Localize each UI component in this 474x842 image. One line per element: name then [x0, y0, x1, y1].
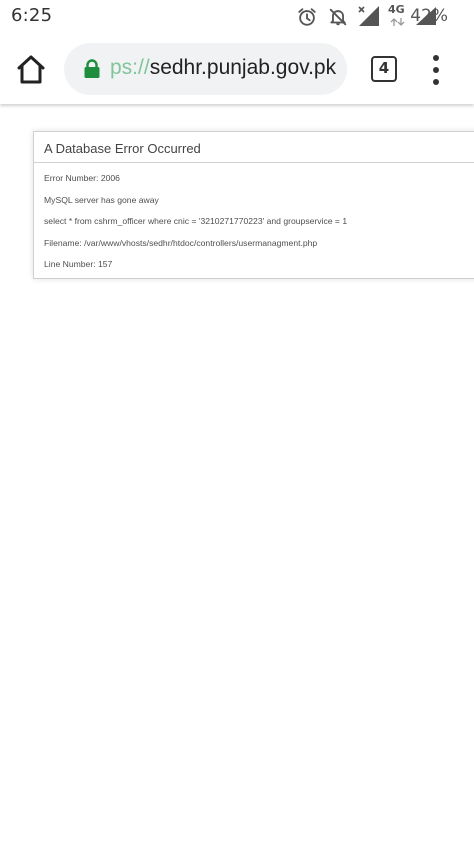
url-scheme: ps:// — [110, 56, 150, 79]
address-bar[interactable]: ps://sedhr.punjab.gov.pk — [64, 43, 347, 95]
alarm-icon — [298, 8, 316, 26]
data-arrows-icon — [390, 18, 405, 26]
signal-no-data-icon — [358, 6, 379, 26]
lock-icon — [84, 59, 100, 78]
more-vert-icon[interactable] — [426, 53, 446, 87]
browser-toolbar: ps://sedhr.punjab.gov.pk 4 — [0, 34, 474, 104]
home-icon[interactable] — [12, 51, 50, 89]
status-icons: 4G 42% — [254, 0, 474, 34]
error-query: select * from cshrm_officer where cnic =… — [44, 216, 348, 226]
status-bar: 6:25 4G 42% — [0, 0, 474, 34]
url-text[interactable]: ps://sedhr.punjab.gov.pk — [110, 56, 336, 80]
error-box: A Database Error Occurred Error Number: … — [33, 131, 474, 279]
status-time: 6:25 — [11, 5, 53, 26]
error-filename: Filename: /var/www/vhosts/sedhr/htdoc/co… — [44, 237, 318, 248]
error-title: A Database Error Occurred — [34, 132, 474, 163]
error-number: Error Number: 2006 — [44, 173, 120, 183]
error-details: Error Number: 2006 MySQL server has gone… — [34, 163, 474, 280]
tab-switcher-button[interactable]: 4 — [371, 56, 397, 82]
battery-percentage: 42% — [410, 6, 448, 26]
error-line-number: Line Number: 157 — [44, 259, 113, 269]
page-content: A Database Error Occurred Error Number: … — [0, 104, 474, 842]
network-type-label: 4G — [388, 3, 405, 16]
notifications-off-icon — [329, 8, 347, 26]
error-message: MySQL server has gone away — [44, 194, 159, 205]
url-host: sedhr.punjab.gov.pk — [149, 56, 337, 79]
